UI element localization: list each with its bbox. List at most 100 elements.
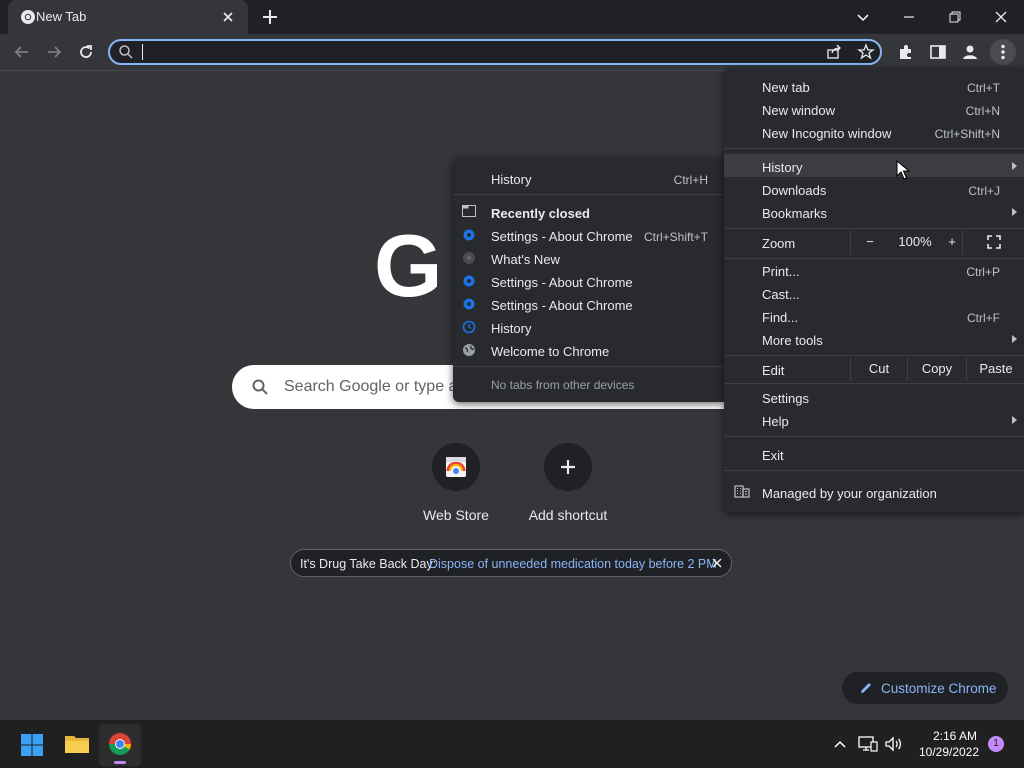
taskbar-date[interactable]: 10/29/2022 <box>912 745 986 759</box>
separator <box>724 228 1024 229</box>
menu-find[interactable]: Find... <box>762 310 798 325</box>
history-icon <box>462 320 476 334</box>
close-window-icon[interactable] <box>990 6 1012 28</box>
volume-icon[interactable] <box>884 735 904 753</box>
file-explorer-icon[interactable] <box>64 733 90 755</box>
back-arrow-icon[interactable] <box>12 42 32 62</box>
history-shortcut: Ctrl+H <box>673 173 708 187</box>
close-tab-icon[interactable] <box>220 9 236 25</box>
chevron-up-icon[interactable] <box>832 736 848 752</box>
submenu-arrow-icon <box>1012 416 1017 424</box>
add-shortcut-button[interactable] <box>544 443 592 491</box>
edit-paste-button[interactable]: Paste <box>966 357 1024 381</box>
fullscreen-icon <box>987 235 1001 249</box>
chrome-icon <box>462 251 476 265</box>
customize-chrome-label: Customize Chrome <box>881 681 997 696</box>
separator <box>724 383 1024 384</box>
shortcut-new-incognito: Ctrl+Shift+N <box>934 127 1000 141</box>
menu-new-window[interactable]: New window <box>762 103 835 118</box>
extensions-puzzle-icon[interactable] <box>897 43 915 61</box>
bookmark-star-icon[interactable] <box>857 43 875 61</box>
shortcut-print: Ctrl+P <box>966 265 1000 279</box>
menu-print[interactable]: Print... <box>762 264 800 279</box>
menu-history[interactable]: History <box>762 160 802 175</box>
ntp-search-placeholder: Search Google or type a <box>284 378 458 395</box>
ntp-search-icon <box>251 378 269 396</box>
profile-avatar-icon[interactable] <box>960 42 980 62</box>
shortcut-web-store[interactable] <box>432 443 480 491</box>
edit-cut-button[interactable]: Cut <box>850 357 907 381</box>
shortcut-new-window: Ctrl+N <box>965 104 1000 118</box>
no-tabs-message: No tabs from other devices <box>491 378 635 392</box>
taskbar-time[interactable]: 2:16 AM <box>920 729 990 743</box>
fullscreen-button[interactable] <box>962 230 1024 254</box>
recent-item[interactable]: What's New <box>491 252 560 267</box>
menu-downloads[interactable]: Downloads <box>762 183 826 198</box>
separator <box>724 355 1024 356</box>
search-icon <box>118 44 134 60</box>
shortcut-new-tab: Ctrl+T <box>967 81 1000 95</box>
notification-badge[interactable]: 1 <box>988 736 1004 752</box>
recent-item[interactable]: Welcome to Chrome <box>491 344 609 359</box>
text-caret <box>142 44 143 60</box>
shortcut-find: Ctrl+F <box>967 311 1000 325</box>
share-icon[interactable] <box>826 44 842 60</box>
history-submenu: History Ctrl+H Recently closed Settings … <box>453 158 724 402</box>
recent-item[interactable]: History <box>491 321 531 336</box>
edit-copy-button[interactable]: Copy <box>907 357 966 381</box>
tab-title: New Tab <box>36 9 87 24</box>
menu-cast[interactable]: Cast... <box>762 287 800 302</box>
zoom-level: 100% <box>898 234 932 249</box>
google-logo: G <box>374 216 443 315</box>
promo-link[interactable]: Dispose of unneeded medication today bef… <box>429 557 717 571</box>
taskbar-chrome-button[interactable] <box>99 724 141 766</box>
globe-icon <box>462 343 476 357</box>
promo-prefix: It's Drug Take Back Day: <box>300 557 437 571</box>
submenu-arrow-icon <box>1012 162 1017 170</box>
tab-search-chevron-icon[interactable] <box>852 6 874 28</box>
pencil-icon <box>858 680 874 696</box>
side-panel-icon[interactable] <box>929 43 947 61</box>
gear-icon <box>462 228 476 242</box>
menu-settings[interactable]: Settings <box>762 391 809 406</box>
menu-exit[interactable]: Exit <box>762 448 784 463</box>
menu-new-tab[interactable]: New tab <box>762 80 810 95</box>
chrome-icon <box>109 733 131 764</box>
recent-item[interactable]: Settings - About Chrome <box>491 298 633 313</box>
add-shortcut-label: Add shortcut <box>528 507 608 523</box>
building-icon <box>734 484 750 498</box>
promo-close-icon[interactable] <box>711 557 723 569</box>
forward-arrow-icon[interactable] <box>44 42 64 62</box>
network-monitor-icon[interactable] <box>858 735 878 753</box>
recently-closed-header: Recently closed <box>491 206 590 221</box>
menu-help[interactable]: Help <box>762 414 789 429</box>
separator <box>724 258 1024 259</box>
menu-bookmarks[interactable]: Bookmarks <box>762 206 827 221</box>
new-tab-plus-icon[interactable] <box>260 7 280 27</box>
address-input[interactable] <box>142 43 802 61</box>
chrome-main-menu: New tab Ctrl+T New window Ctrl+N New Inc… <box>724 68 1024 512</box>
web-store-icon <box>446 457 466 477</box>
separator <box>724 148 1024 149</box>
menu-new-incognito[interactable]: New Incognito window <box>762 126 891 141</box>
history-item[interactable]: History <box>491 172 531 187</box>
zoom-plus-button[interactable]: + <box>942 230 962 254</box>
menu-edit: Edit <box>762 363 785 378</box>
chrome-menu-kebab-icon[interactable] <box>990 39 1016 65</box>
windows-start-icon[interactable] <box>20 733 44 757</box>
separator <box>724 470 1024 471</box>
submenu-arrow-icon <box>1012 208 1017 216</box>
promo-banner: It's Drug Take Back Day: Dispose of unne… <box>290 549 732 577</box>
restore-icon[interactable] <box>944 6 966 28</box>
gear-icon <box>462 274 476 288</box>
recent-item[interactable]: Settings - About Chrome <box>491 229 633 244</box>
minimize-icon[interactable] <box>898 6 920 28</box>
zoom-minus-button[interactable]: − <box>850 230 889 254</box>
menu-more-tools[interactable]: More tools <box>762 333 823 348</box>
reload-icon[interactable] <box>76 42 96 62</box>
recent-item[interactable]: Settings - About Chrome <box>491 275 633 290</box>
managed-by-organization[interactable]: Managed by your organization <box>762 486 937 501</box>
plus-icon <box>561 460 575 474</box>
separator <box>453 366 724 367</box>
tab-window-icon <box>462 205 476 217</box>
